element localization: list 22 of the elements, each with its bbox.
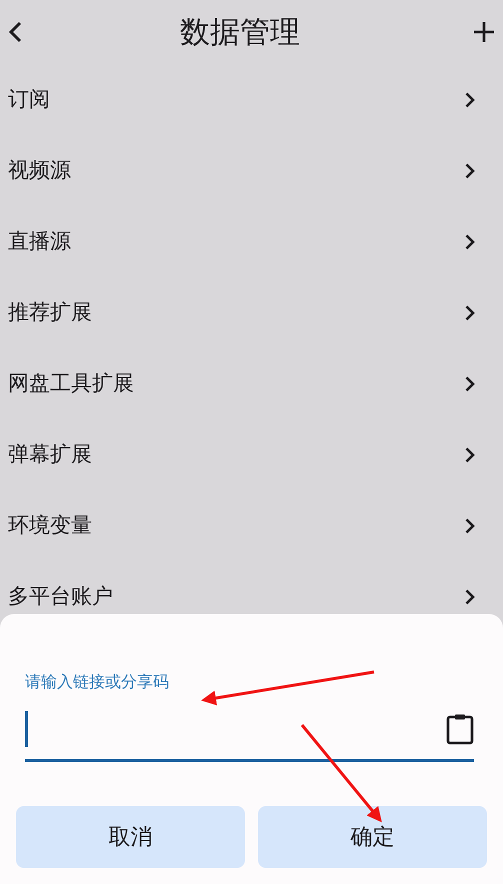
dialog-button[interactable]: 取消 bbox=[16, 806, 245, 868]
list-item[interactable]: 推荐扩展 bbox=[0, 277, 503, 348]
chevron-icon bbox=[465, 92, 475, 108]
chevron-icon bbox=[465, 446, 475, 462]
chevron-icon bbox=[465, 376, 475, 392]
clipboard-icon[interactable] bbox=[446, 712, 474, 744]
chevron-icon bbox=[465, 162, 475, 178]
chevron-icon bbox=[465, 518, 475, 534]
chevron-icon bbox=[465, 234, 475, 250]
page-title: 数据管理 bbox=[180, 14, 301, 52]
list-item[interactable]: 直播源 bbox=[0, 206, 503, 277]
list-item[interactable]: 订阅 bbox=[0, 64, 503, 135]
list-item[interactable]: 网盘工具扩展 bbox=[0, 348, 503, 419]
chevron-icon bbox=[465, 304, 475, 320]
list-item[interactable]: 弹幕扩展 bbox=[0, 419, 503, 490]
chevron-icon bbox=[465, 588, 475, 604]
field-label: 请输入链接或分享码 bbox=[25, 671, 169, 693]
add-icon[interactable] bbox=[473, 21, 495, 43]
list-item[interactable]: 环境变量 bbox=[0, 490, 503, 561]
list-item[interactable]: 视频源 bbox=[0, 135, 503, 206]
back-icon[interactable] bbox=[8, 21, 22, 43]
dialog-button[interactable]: 确定 bbox=[258, 806, 487, 868]
